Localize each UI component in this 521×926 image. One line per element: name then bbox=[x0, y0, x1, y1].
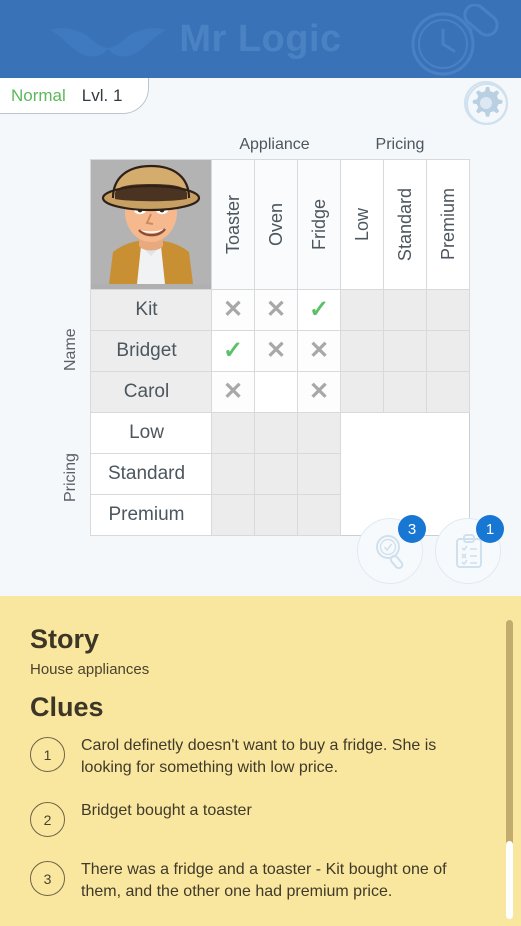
row-axis-label-name: Name bbox=[62, 328, 79, 372]
level-pill[interactable]: Normal Lvl. 1 bbox=[0, 78, 150, 114]
col-header-oven: Oven bbox=[254, 159, 298, 290]
cell-kit-toaster[interactable]: ✕ bbox=[211, 289, 255, 331]
cell-carol-toaster[interactable]: ✕ bbox=[211, 371, 255, 413]
cell-low-toaster[interactable] bbox=[211, 412, 255, 454]
cell-low-fridge[interactable] bbox=[297, 412, 341, 454]
app-header: Mr Logic bbox=[0, 0, 521, 78]
cell-kit-premium[interactable] bbox=[426, 289, 470, 331]
cell-premium-toaster[interactable] bbox=[211, 494, 255, 536]
clue-number: 2 bbox=[30, 802, 65, 838]
cell-carol-fridge[interactable]: ✕ bbox=[297, 371, 341, 413]
detective-avatar bbox=[90, 159, 212, 290]
notes-badge: 1 bbox=[476, 515, 504, 543]
cell-carol-premium[interactable] bbox=[426, 371, 470, 413]
check-icon: ✓ bbox=[308, 296, 330, 323]
clue-text: There was a fridge and a toaster - Kit b… bbox=[81, 861, 447, 900]
col-header-label: Toaster bbox=[223, 194, 243, 255]
scrollbar-thumb[interactable] bbox=[506, 841, 513, 919]
cell-bridget-standard[interactable] bbox=[383, 330, 427, 372]
cell-kit-standard[interactable] bbox=[383, 289, 427, 331]
col-header-label: Premium bbox=[438, 188, 458, 261]
cell-premium-fridge[interactable] bbox=[297, 494, 341, 536]
cell-bridget-toaster[interactable]: ✓ bbox=[211, 330, 255, 372]
story-text: House appliances bbox=[30, 661, 150, 678]
table-row: Bridget ✓ ✕ ✕ bbox=[90, 330, 470, 372]
row-label-carol: Carol bbox=[90, 371, 212, 413]
logic-grid-table: Toaster Oven Fridge Low Standard Premium… bbox=[90, 159, 470, 536]
col-header-standard: Standard bbox=[383, 159, 427, 290]
row-label-premium: Premium bbox=[90, 494, 212, 536]
row-label-low: Low bbox=[90, 412, 212, 454]
story-heading: Story bbox=[30, 624, 100, 654]
hint-button[interactable]: 3 bbox=[357, 515, 426, 584]
column-group-pricing: Pricing bbox=[375, 136, 425, 153]
col-header-label: Oven bbox=[266, 202, 286, 247]
cross-icon: ✕ bbox=[308, 378, 330, 405]
gear-icon bbox=[464, 81, 508, 125]
cell-kit-oven[interactable]: ✕ bbox=[254, 289, 298, 331]
grid-header-row: Toaster Oven Fridge Low Standard Premium bbox=[90, 159, 470, 290]
cross-icon: ✕ bbox=[265, 337, 287, 364]
tool-buttons: 3 1 bbox=[357, 515, 504, 584]
list-item: 3 There was a fridge and a toaster - Kit… bbox=[30, 859, 487, 902]
puzzle-grid-area: Appliance Pricing Name Pricing Toaster O… bbox=[0, 126, 521, 596]
cell-kit-fridge[interactable]: ✓ bbox=[297, 289, 341, 331]
story-panel: Story House appliances Clues 1 Carol def… bbox=[0, 596, 521, 926]
col-header-premium: Premium bbox=[426, 159, 470, 290]
cell-standard-fridge[interactable] bbox=[297, 453, 341, 495]
cross-icon: ✕ bbox=[308, 337, 330, 364]
check-icon: ✓ bbox=[222, 337, 244, 364]
col-header-low: Low bbox=[340, 159, 384, 290]
cell-bridget-premium[interactable] bbox=[426, 330, 470, 372]
cell-bridget-oven[interactable]: ✕ bbox=[254, 330, 298, 372]
col-header-fridge: Fridge bbox=[297, 159, 341, 290]
col-header-toaster: Toaster bbox=[211, 159, 255, 290]
clue-text: Bridget bought a toaster bbox=[81, 802, 252, 820]
cell-standard-oven[interactable] bbox=[254, 453, 298, 495]
settings-button[interactable] bbox=[463, 80, 509, 126]
table-row: Standard bbox=[90, 453, 470, 495]
magnifying-glass-icon bbox=[411, 4, 499, 76]
cell-kit-low[interactable] bbox=[340, 289, 384, 331]
difficulty-label: Normal bbox=[11, 85, 66, 105]
cell-carol-standard[interactable] bbox=[383, 371, 427, 413]
table-row: Low bbox=[90, 412, 470, 454]
table-row: Carol ✕ ✕ bbox=[90, 371, 470, 413]
cell-carol-low[interactable] bbox=[340, 371, 384, 413]
scalloped-edge bbox=[0, 596, 521, 611]
cross-icon: ✕ bbox=[222, 378, 244, 405]
col-header-label: Fridge bbox=[309, 198, 329, 251]
list-item: 2 Bridget bought a toaster bbox=[30, 800, 487, 838]
cell-bridget-low[interactable] bbox=[340, 330, 384, 372]
notes-button[interactable]: 1 bbox=[435, 515, 504, 584]
list-item: 1 Carol definetly doesn't want to buy a … bbox=[30, 735, 487, 778]
row-axis-label-pricing: Pricing bbox=[62, 453, 79, 503]
table-row: Kit ✕ ✕ ✓ bbox=[90, 289, 470, 331]
row-label-kit: Kit bbox=[90, 289, 212, 331]
hint-badge: 3 bbox=[398, 515, 426, 543]
level-bar: Normal Lvl. 1 bbox=[0, 78, 521, 126]
cell-bridget-fridge[interactable]: ✕ bbox=[297, 330, 341, 372]
cross-icon: ✕ bbox=[222, 296, 244, 323]
cell-carol-oven[interactable] bbox=[254, 371, 298, 413]
column-group-appliance: Appliance bbox=[239, 136, 310, 153]
clue-number: 3 bbox=[30, 861, 65, 897]
cell-low-oven[interactable] bbox=[254, 412, 298, 454]
col-header-label: Standard bbox=[395, 187, 415, 262]
level-label: Lvl. 1 bbox=[81, 85, 123, 105]
cell-standard-toaster[interactable] bbox=[211, 453, 255, 495]
cross-icon: ✕ bbox=[265, 296, 287, 323]
row-label-standard: Standard bbox=[90, 453, 212, 495]
clue-number: 1 bbox=[30, 737, 65, 772]
row-label-bridget: Bridget bbox=[90, 330, 212, 372]
clues-heading: Clues bbox=[30, 692, 104, 722]
clue-text: Carol definetly doesn't want to buy a fr… bbox=[81, 737, 437, 776]
cell-premium-oven[interactable] bbox=[254, 494, 298, 536]
col-header-label: Low bbox=[352, 207, 372, 242]
column-group-header-row: Appliance Pricing bbox=[90, 132, 462, 158]
